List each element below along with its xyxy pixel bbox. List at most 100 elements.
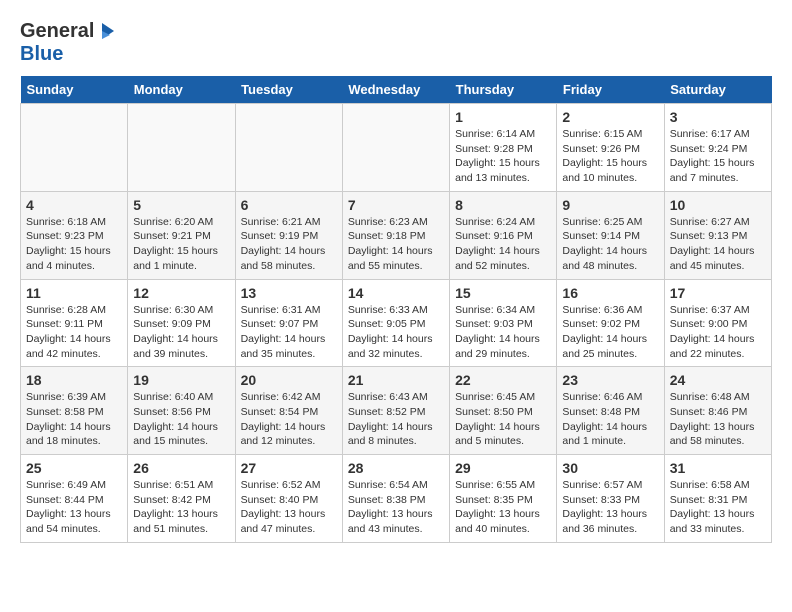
calendar-week: 11 Sunrise: 6:28 AM Sunset: 9:11 PM Dayli… xyxy=(21,279,772,367)
weekday-header: Saturday xyxy=(664,76,771,104)
day-number: 29 xyxy=(455,460,551,476)
calendar-day: 8Sunrise: 6:24 AM Sunset: 9:16 PM Daylig… xyxy=(450,191,557,279)
day-number: 24 xyxy=(670,372,766,388)
day-number: 14 xyxy=(348,285,444,301)
day-number: 23 xyxy=(562,372,658,388)
calendar-day: 6 Sunrise: 6:21 AM Sunset: 9:19 PM Daylig… xyxy=(235,191,342,279)
day-number: 9 xyxy=(562,197,658,213)
calendar-header: SundayMondayTuesdayWednesdayThursdayFrid… xyxy=(21,76,772,104)
day-number: 11 xyxy=(26,285,122,301)
day-info: Sunrise: 6:15 AM Sunset: 9:26 PM Dayligh… xyxy=(562,127,658,186)
day-info: Sunrise: 6:23 AM Sunset: 9:18 PM Dayligh… xyxy=(348,215,444,274)
weekday-header: Thursday xyxy=(450,76,557,104)
day-number: 15 xyxy=(455,285,551,301)
day-info: Sunrise: 6:42 AM Sunset: 8:54 PM Dayligh… xyxy=(241,390,337,449)
calendar-day: 3 Sunrise: 6:17 AM Sunset: 9:24 PM Daylig… xyxy=(664,104,771,192)
day-number: 8 xyxy=(455,197,551,213)
day-number: 18 xyxy=(26,372,122,388)
header-row: SundayMondayTuesdayWednesdayThursdayFrid… xyxy=(21,76,772,104)
calendar-day: 1 Sunrise: 6:14 AM Sunset: 9:28 PM Daylig… xyxy=(450,104,557,192)
calendar-day: 7Sunrise: 6:23 AM Sunset: 9:18 PM Daylig… xyxy=(342,191,449,279)
day-info: Sunrise: 6:45 AM Sunset: 8:50 PM Dayligh… xyxy=(455,390,551,449)
calendar-day: 29 Sunrise: 6:55 AM Sunset: 8:35 PM Dayli… xyxy=(450,455,557,543)
day-info: Sunrise: 6:39 AM Sunset: 8:58 PM Dayligh… xyxy=(26,390,122,449)
calendar-table: SundayMondayTuesdayWednesdayThursdayFrid… xyxy=(20,76,772,543)
calendar-day: 24Sunrise: 6:48 AM Sunset: 8:46 PM Dayli… xyxy=(664,367,771,455)
day-number: 21 xyxy=(348,372,444,388)
weekday-header: Wednesday xyxy=(342,76,449,104)
calendar-day: 31Sunrise: 6:58 AM Sunset: 8:31 PM Dayli… xyxy=(664,455,771,543)
day-info: Sunrise: 6:20 AM Sunset: 9:21 PM Dayligh… xyxy=(133,215,229,274)
logo: General Blue xyxy=(20,20,118,66)
calendar-day: 15 Sunrise: 6:34 AM Sunset: 9:03 PM Dayli… xyxy=(450,279,557,367)
weekday-header: Monday xyxy=(128,76,235,104)
day-info: Sunrise: 6:28 AM Sunset: 9:11 PM Dayligh… xyxy=(26,303,122,362)
day-number: 16 xyxy=(562,285,658,301)
day-number: 10 xyxy=(670,197,766,213)
calendar-day xyxy=(235,104,342,192)
calendar-day: 9 Sunrise: 6:25 AM Sunset: 9:14 PM Daylig… xyxy=(557,191,664,279)
weekday-header: Friday xyxy=(557,76,664,104)
calendar-day: 25 Sunrise: 6:49 AM Sunset: 8:44 PM Dayli… xyxy=(21,455,128,543)
day-info: Sunrise: 6:18 AM Sunset: 9:23 PM Dayligh… xyxy=(26,215,122,274)
day-info: Sunrise: 6:17 AM Sunset: 9:24 PM Dayligh… xyxy=(670,127,766,186)
calendar-day: 28Sunrise: 6:54 AM Sunset: 8:38 PM Dayli… xyxy=(342,455,449,543)
day-number: 5 xyxy=(133,197,229,213)
calendar-week: 1 Sunrise: 6:14 AM Sunset: 9:28 PM Daylig… xyxy=(21,104,772,192)
calendar-day: 23 Sunrise: 6:46 AM Sunset: 8:48 PM Dayli… xyxy=(557,367,664,455)
day-number: 2 xyxy=(562,109,658,125)
calendar-day: 18 Sunrise: 6:39 AM Sunset: 8:58 PM Dayli… xyxy=(21,367,128,455)
calendar-day: 26 Sunrise: 6:51 AM Sunset: 8:42 PM Dayli… xyxy=(128,455,235,543)
calendar-day: 5 Sunrise: 6:20 AM Sunset: 9:21 PM Daylig… xyxy=(128,191,235,279)
weekday-header: Sunday xyxy=(21,76,128,104)
day-number: 4 xyxy=(26,197,122,213)
calendar-day: 27Sunrise: 6:52 AM Sunset: 8:40 PM Dayli… xyxy=(235,455,342,543)
calendar-day: 2 Sunrise: 6:15 AM Sunset: 9:26 PM Daylig… xyxy=(557,104,664,192)
calendar-day xyxy=(21,104,128,192)
logo-blue: Blue xyxy=(20,43,118,66)
day-info: Sunrise: 6:33 AM Sunset: 9:05 PM Dayligh… xyxy=(348,303,444,362)
day-number: 31 xyxy=(670,460,766,476)
day-number: 3 xyxy=(670,109,766,125)
day-number: 1 xyxy=(455,109,551,125)
day-info: Sunrise: 6:34 AM Sunset: 9:03 PM Dayligh… xyxy=(455,303,551,362)
day-info: Sunrise: 6:21 AM Sunset: 9:19 PM Dayligh… xyxy=(241,215,337,274)
calendar-day: 11 Sunrise: 6:28 AM Sunset: 9:11 PM Dayli… xyxy=(21,279,128,367)
day-info: Sunrise: 6:51 AM Sunset: 8:42 PM Dayligh… xyxy=(133,478,229,537)
calendar-day xyxy=(342,104,449,192)
calendar-day: 19 Sunrise: 6:40 AM Sunset: 8:56 PM Dayli… xyxy=(128,367,235,455)
calendar-week: 25 Sunrise: 6:49 AM Sunset: 8:44 PM Dayli… xyxy=(21,455,772,543)
calendar-day: 13Sunrise: 6:31 AM Sunset: 9:07 PM Dayli… xyxy=(235,279,342,367)
day-number: 17 xyxy=(670,285,766,301)
day-info: Sunrise: 6:49 AM Sunset: 8:44 PM Dayligh… xyxy=(26,478,122,537)
day-info: Sunrise: 6:40 AM Sunset: 8:56 PM Dayligh… xyxy=(133,390,229,449)
day-number: 19 xyxy=(133,372,229,388)
day-number: 25 xyxy=(26,460,122,476)
day-info: Sunrise: 6:54 AM Sunset: 8:38 PM Dayligh… xyxy=(348,478,444,537)
page-header: General Blue xyxy=(20,20,772,66)
calendar-day: 20 Sunrise: 6:42 AM Sunset: 8:54 PM Dayli… xyxy=(235,367,342,455)
logo-general: General xyxy=(20,20,94,43)
day-info: Sunrise: 6:55 AM Sunset: 8:35 PM Dayligh… xyxy=(455,478,551,537)
calendar-day: 4 Sunrise: 6:18 AM Sunset: 9:23 PM Daylig… xyxy=(21,191,128,279)
calendar-day: 16 Sunrise: 6:36 AM Sunset: 9:02 PM Dayli… xyxy=(557,279,664,367)
calendar-week: 18 Sunrise: 6:39 AM Sunset: 8:58 PM Dayli… xyxy=(21,367,772,455)
day-number: 12 xyxy=(133,285,229,301)
logo-icon xyxy=(96,21,118,43)
day-info: Sunrise: 6:57 AM Sunset: 8:33 PM Dayligh… xyxy=(562,478,658,537)
calendar-body: 1 Sunrise: 6:14 AM Sunset: 9:28 PM Daylig… xyxy=(21,104,772,543)
calendar-day: 10Sunrise: 6:27 AM Sunset: 9:13 PM Dayli… xyxy=(664,191,771,279)
day-info: Sunrise: 6:37 AM Sunset: 9:00 PM Dayligh… xyxy=(670,303,766,362)
day-info: Sunrise: 6:36 AM Sunset: 9:02 PM Dayligh… xyxy=(562,303,658,362)
day-info: Sunrise: 6:46 AM Sunset: 8:48 PM Dayligh… xyxy=(562,390,658,449)
calendar-day: 21Sunrise: 6:43 AM Sunset: 8:52 PM Dayli… xyxy=(342,367,449,455)
day-number: 26 xyxy=(133,460,229,476)
day-number: 20 xyxy=(241,372,337,388)
calendar-week: 4 Sunrise: 6:18 AM Sunset: 9:23 PM Daylig… xyxy=(21,191,772,279)
day-number: 6 xyxy=(241,197,337,213)
day-info: Sunrise: 6:30 AM Sunset: 9:09 PM Dayligh… xyxy=(133,303,229,362)
day-info: Sunrise: 6:14 AM Sunset: 9:28 PM Dayligh… xyxy=(455,127,551,186)
day-number: 13 xyxy=(241,285,337,301)
calendar-day: 12 Sunrise: 6:30 AM Sunset: 9:09 PM Dayli… xyxy=(128,279,235,367)
day-info: Sunrise: 6:25 AM Sunset: 9:14 PM Dayligh… xyxy=(562,215,658,274)
